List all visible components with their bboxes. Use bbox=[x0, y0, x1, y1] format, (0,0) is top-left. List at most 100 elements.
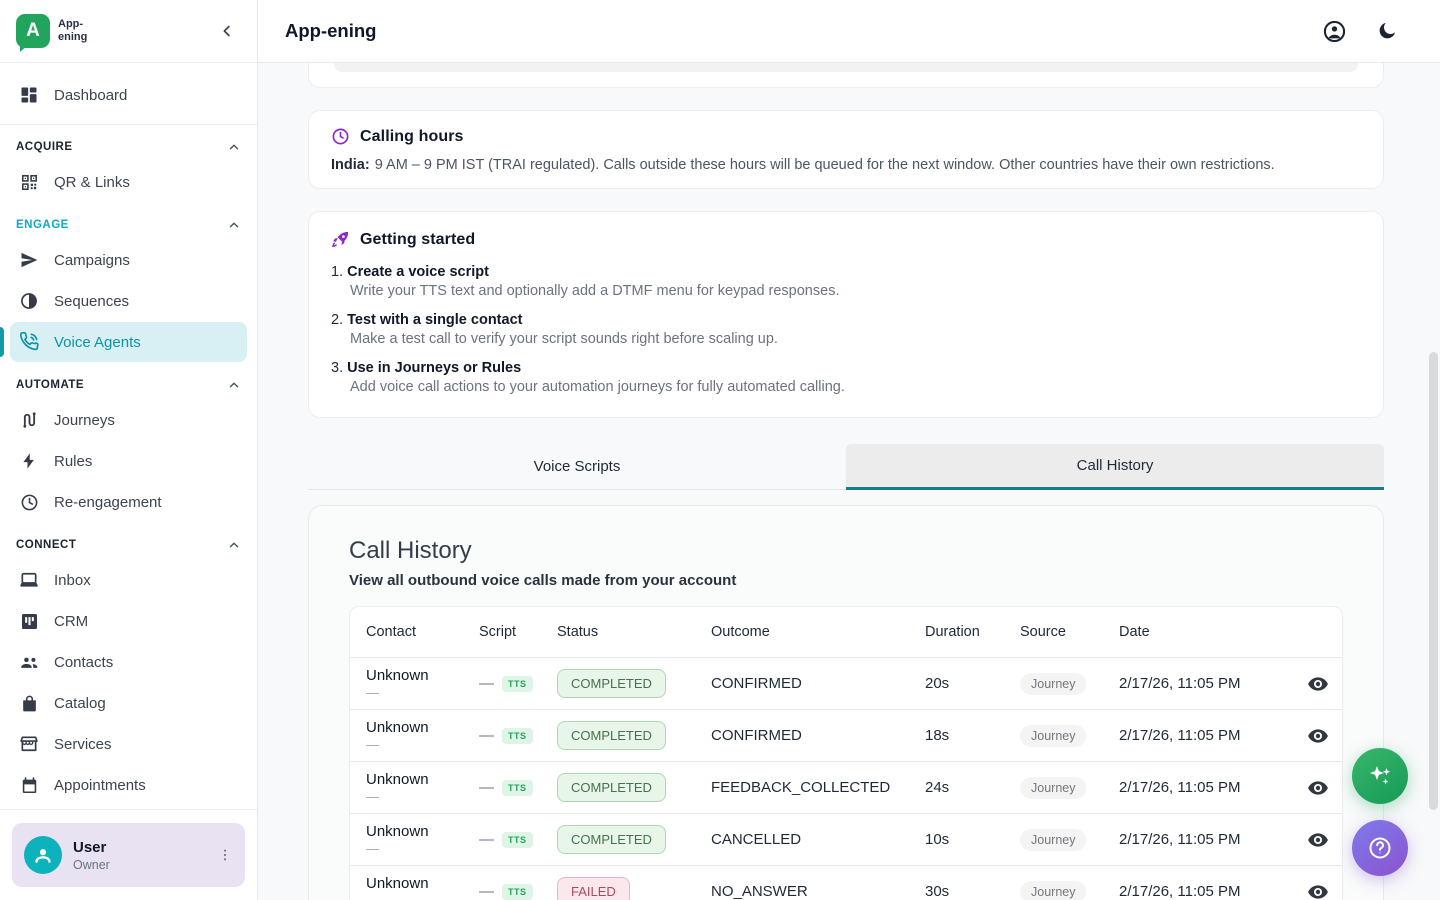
sidebar-nav: Dashboard ACQUIRE QR & Links ENGAGE Camp… bbox=[0, 63, 257, 809]
tab-voice-scripts[interactable]: Voice Scripts bbox=[308, 444, 846, 490]
section-header-automate[interactable]: AUTOMATE bbox=[0, 363, 257, 399]
view-call-button[interactable] bbox=[1307, 881, 1329, 900]
sidebar-item-qr-links[interactable]: QR & Links bbox=[10, 162, 247, 202]
tab-bar: Voice Scripts Call History bbox=[308, 444, 1384, 490]
send-icon bbox=[18, 249, 40, 271]
qr-icon bbox=[18, 171, 40, 193]
user-menu-button[interactable] bbox=[217, 847, 233, 863]
table-header-row: Contact Script Status Outcome Duration S… bbox=[350, 607, 1342, 657]
status-badge: COMPLETED bbox=[557, 669, 666, 698]
sidebar-item-campaigns[interactable]: Campaigns bbox=[10, 240, 247, 280]
sidebar-item-services[interactable]: Services bbox=[10, 724, 247, 764]
call-history-table: Contact Script Status Outcome Duration S… bbox=[349, 606, 1343, 900]
chevron-left-icon bbox=[218, 22, 236, 40]
section-header-engage[interactable]: ENGAGE bbox=[0, 203, 257, 239]
sidebar-header: A App- ening bbox=[0, 0, 257, 63]
user-avatar bbox=[24, 836, 62, 874]
user-role: Owner bbox=[73, 858, 206, 872]
sidebar-item-re-engagement[interactable]: Re-engagement bbox=[10, 482, 247, 522]
sidebar-item-label: Voice Agents bbox=[54, 334, 141, 351]
sidebar-item-label: Journeys bbox=[54, 412, 115, 429]
moon-icon bbox=[1376, 20, 1398, 42]
sidebar-item-dashboard[interactable]: Dashboard bbox=[10, 75, 247, 115]
sidebar-item-appointments[interactable]: Appointments bbox=[10, 765, 247, 805]
status-badge: COMPLETED bbox=[557, 721, 666, 750]
phone-call-icon bbox=[18, 331, 40, 353]
sidebar-footer: User Owner bbox=[0, 809, 257, 900]
view-call-button[interactable] bbox=[1307, 829, 1329, 851]
scrollbar-thumb[interactable] bbox=[1429, 352, 1438, 810]
getting-started-step: 3.Use in Journeys or Rules Add voice cal… bbox=[331, 359, 1361, 396]
brand-name: App- ening bbox=[58, 18, 87, 44]
chevron-up-icon bbox=[227, 218, 241, 232]
sidebar-collapse-button[interactable] bbox=[213, 17, 241, 45]
help-button[interactable] bbox=[1352, 820, 1408, 876]
eye-icon bbox=[1307, 725, 1329, 747]
sidebar-item-crm[interactable]: CRM bbox=[10, 601, 247, 641]
call-history-panel: Call History View all outbound voice cal… bbox=[308, 505, 1384, 900]
table-row: Unknown— —TTS COMPLETED CONFIRMED 20s Jo… bbox=[350, 657, 1342, 709]
table-row: Unknown— —TTS FAILED NO_ANSWER 30s Journ… bbox=[350, 865, 1342, 900]
source-badge: Journey bbox=[1020, 777, 1086, 799]
table-row: Unknown— —TTS COMPLETED CONFIRMED 18s Jo… bbox=[350, 709, 1342, 761]
sidebar-item-label: Catalog bbox=[54, 695, 106, 712]
view-call-button[interactable] bbox=[1307, 725, 1329, 747]
contrast-icon bbox=[18, 290, 40, 312]
tts-badge: TTS bbox=[502, 780, 533, 796]
sidebar-item-label: Services bbox=[54, 736, 112, 753]
source-badge: Journey bbox=[1020, 881, 1086, 900]
view-call-button[interactable] bbox=[1307, 777, 1329, 799]
tts-badge: TTS bbox=[502, 728, 533, 744]
status-badge: FAILED bbox=[557, 877, 630, 900]
source-badge: Journey bbox=[1020, 829, 1086, 851]
table-row: Unknown— —TTS COMPLETED FEEDBACK_COLLECT… bbox=[350, 761, 1342, 813]
user-name: User bbox=[73, 839, 206, 856]
sidebar: A App- ening Dashboard ACQUIRE bbox=[0, 0, 258, 900]
tab-call-history[interactable]: Call History bbox=[846, 444, 1384, 490]
eye-icon bbox=[1307, 881, 1329, 900]
user-card[interactable]: User Owner bbox=[12, 823, 245, 887]
tts-badge: TTS bbox=[502, 832, 533, 848]
top-bar: App-ening bbox=[258, 0, 1440, 63]
table-row: Unknown— —TTS COMPLETED CANCELLED 10s Jo… bbox=[350, 813, 1342, 865]
sidebar-item-voice-agents[interactable]: Voice Agents bbox=[10, 322, 247, 362]
sidebar-item-label: Dashboard bbox=[54, 87, 127, 104]
section-header-acquire[interactable]: ACQUIRE bbox=[0, 125, 257, 161]
sidebar-item-label: Inbox bbox=[54, 572, 91, 589]
chevron-up-icon bbox=[227, 140, 241, 154]
sidebar-item-label: QR & Links bbox=[54, 174, 130, 191]
sidebar-item-label: Appointments bbox=[54, 777, 146, 794]
sidebar-item-journeys[interactable]: Journeys bbox=[10, 400, 247, 440]
sidebar-item-label: Sequences bbox=[54, 293, 129, 310]
ai-assistant-button[interactable] bbox=[1352, 748, 1408, 804]
people-icon bbox=[18, 651, 40, 673]
kanban-icon bbox=[18, 610, 40, 632]
getting-started-step: 2.Test with a single contact Make a test… bbox=[331, 311, 1361, 348]
sidebar-item-contacts[interactable]: Contacts bbox=[10, 642, 247, 682]
sidebar-item-sequences[interactable]: Sequences bbox=[10, 281, 247, 321]
call-history-subtitle: View all outbound voice calls made from … bbox=[349, 572, 1343, 590]
storefront-icon bbox=[18, 733, 40, 755]
tts-badge: TTS bbox=[502, 676, 533, 692]
sidebar-item-catalog[interactable]: Catalog bbox=[10, 683, 247, 723]
main-area: App-ening bbox=[258, 0, 1440, 900]
user-meta: User Owner bbox=[73, 839, 206, 872]
account-button[interactable] bbox=[1322, 19, 1347, 44]
sidebar-item-rules[interactable]: Rules bbox=[10, 441, 247, 481]
scrolled-card-bottom bbox=[308, 63, 1384, 88]
content-scroll-area[interactable]: Calling hours India:9 AM – 9 PM IST (TRA… bbox=[258, 63, 1440, 900]
bag-icon bbox=[18, 692, 40, 714]
sidebar-item-label: Campaigns bbox=[54, 252, 130, 269]
brand-logo[interactable]: A App- ening bbox=[16, 14, 87, 48]
sidebar-item-inbox[interactable]: Inbox bbox=[10, 560, 247, 600]
logo-icon: A bbox=[16, 14, 50, 48]
section-header-connect[interactable]: CONNECT bbox=[0, 523, 257, 559]
dark-mode-toggle[interactable] bbox=[1376, 20, 1398, 42]
getting-started-step: 1.Create a voice script Write your TTS t… bbox=[331, 263, 1361, 300]
laptop-icon bbox=[18, 569, 40, 591]
sidebar-item-label: Contacts bbox=[54, 654, 113, 671]
view-call-button[interactable] bbox=[1307, 673, 1329, 695]
clock-icon bbox=[18, 491, 40, 513]
clock-icon bbox=[331, 127, 350, 146]
sidebar-item-label: Rules bbox=[54, 453, 92, 470]
